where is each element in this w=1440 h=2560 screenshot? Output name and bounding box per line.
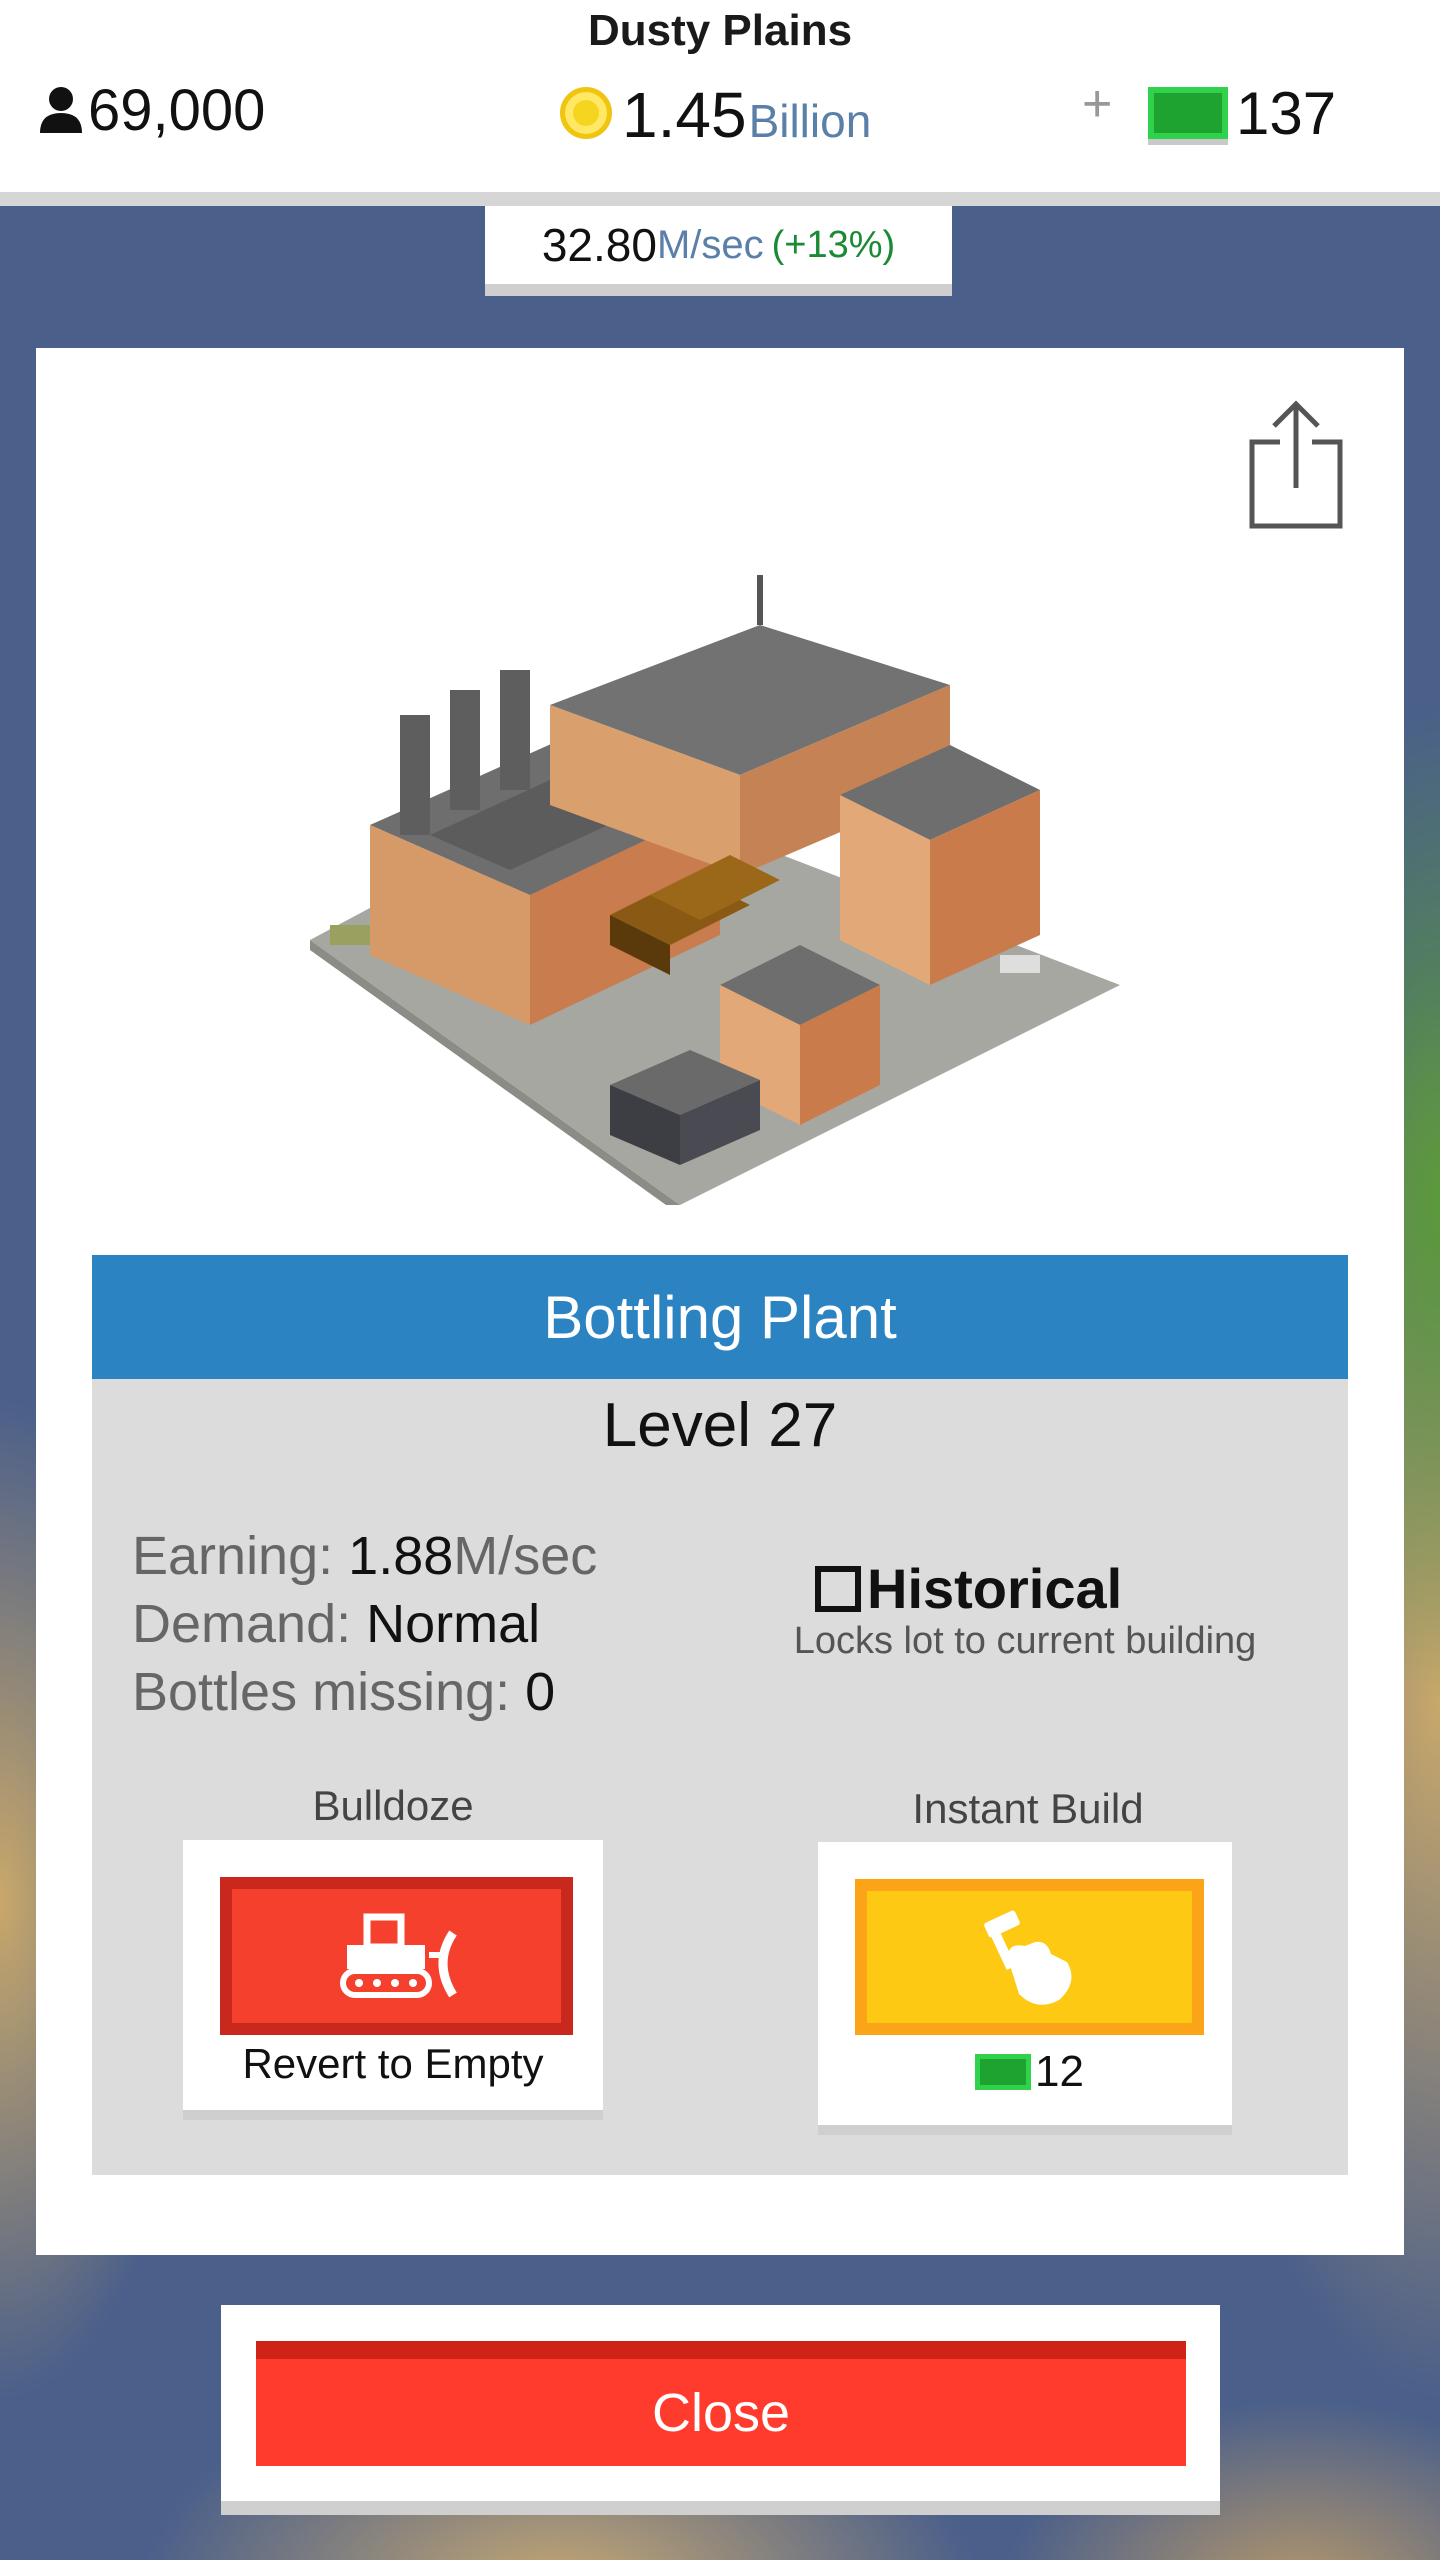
share-icon[interactable] bbox=[1248, 400, 1344, 530]
hammer-hand-icon bbox=[983, 1910, 1071, 2005]
historical-checkbox[interactable] bbox=[815, 1565, 861, 1612]
buy-cash-plus[interactable]: + bbox=[1082, 74, 1112, 134]
coins-unit: Billion bbox=[748, 95, 872, 147]
building-title: Bottling Plant bbox=[92, 1255, 1348, 1379]
building-illustration bbox=[310, 575, 1120, 1205]
cash-counter[interactable]: 137 bbox=[1148, 78, 1336, 148]
rate-unit: M/sec bbox=[656, 222, 764, 267]
historical-toggle[interactable]: Historical bbox=[815, 1556, 1122, 1621]
instant-build-button[interactable] bbox=[855, 1879, 1204, 2035]
earning-unit: M/sec bbox=[453, 1526, 598, 1586]
population-value: 69,000 bbox=[88, 77, 266, 143]
close-button[interactable]: Close bbox=[256, 2341, 1186, 2466]
bottles-label: Bottles missing: bbox=[132, 1662, 511, 1722]
rate-bonus: (+13%) bbox=[771, 223, 896, 266]
coins-counter: 1.45 Billion bbox=[560, 78, 872, 151]
historical-description: Locks lot to current building bbox=[793, 1620, 1257, 1662]
historical-label: Historical bbox=[867, 1557, 1123, 1620]
instant-build-cost-value: 12 bbox=[1035, 2047, 1084, 2096]
rate-value: 32.80 bbox=[541, 219, 657, 271]
earning-label: Earning: bbox=[132, 1526, 334, 1586]
revert-to-empty-caption: Revert to Empty bbox=[242, 2040, 544, 2087]
coins-value: 1.45 bbox=[622, 79, 747, 151]
bulldoze-label: Bulldoze bbox=[312, 1782, 474, 1829]
cash-value: 137 bbox=[1236, 79, 1337, 147]
bottles-value: 0 bbox=[525, 1662, 556, 1722]
demand-stat: Demand: Normal bbox=[132, 1593, 540, 1655]
coin-icon bbox=[560, 87, 612, 139]
demand-value: Normal bbox=[366, 1594, 541, 1654]
person-icon bbox=[40, 87, 82, 133]
bottles-stat: Bottles missing: 0 bbox=[132, 1661, 555, 1723]
instant-build-cost: 12 bbox=[975, 2046, 1084, 2098]
earning-value: 1.88 bbox=[348, 1526, 454, 1586]
bulldoze-button[interactable] bbox=[220, 1877, 573, 2035]
bulldozer-icon bbox=[339, 1913, 457, 1998]
income-rate-tab: 32.80 M/sec (+13%) bbox=[485, 206, 952, 296]
population-counter: 69,000 bbox=[38, 77, 266, 143]
cash-icon bbox=[1148, 87, 1228, 139]
cash-icon bbox=[975, 2054, 1031, 2090]
city-name: Dusty Plains bbox=[587, 6, 853, 55]
building-level: Level 27 bbox=[602, 1391, 838, 1460]
instant-build-label: Instant Build bbox=[912, 1785, 1144, 1832]
demand-label: Demand: bbox=[132, 1594, 352, 1654]
earning-stat: Earning: 1.88M/sec bbox=[132, 1525, 597, 1587]
